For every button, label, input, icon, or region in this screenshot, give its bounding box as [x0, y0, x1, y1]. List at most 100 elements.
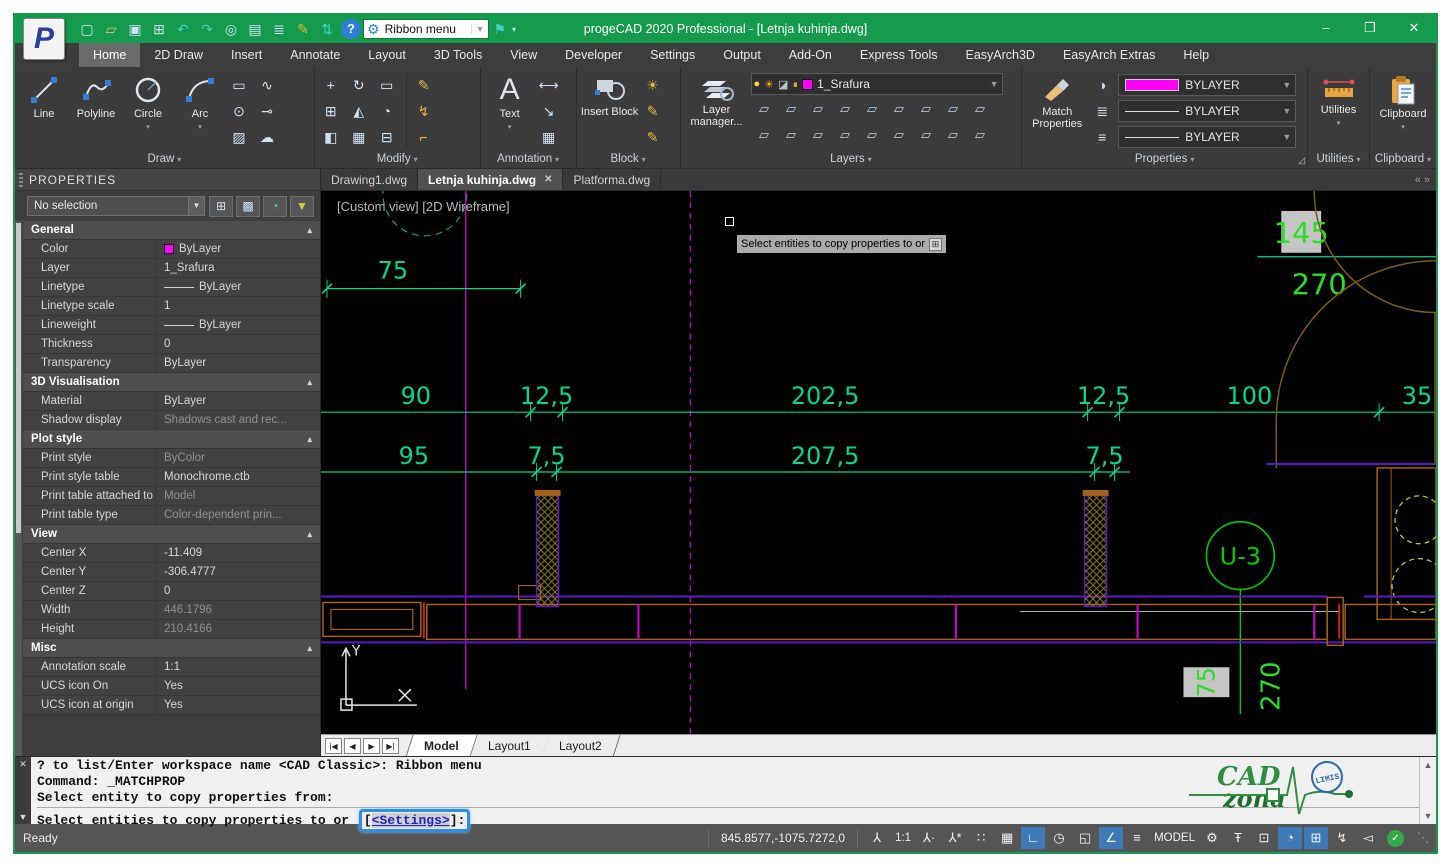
- annotation-tool-icon[interactable]: ↘: [537, 99, 561, 123]
- collapse-icon[interactable]: ▴: [307, 373, 312, 391]
- layer-tool-icon[interactable]: ▱: [886, 97, 913, 123]
- document-tab[interactable]: Platforma.dwg ✕: [563, 169, 661, 190]
- layout-tab[interactable]: Model: [405, 735, 477, 757]
- property-row[interactable]: Print table attached to Model: [23, 487, 320, 506]
- polyline-button[interactable]: Polyline: [71, 69, 121, 151]
- property-row[interactable]: Linetype ByLayer: [23, 278, 320, 297]
- menu-tab[interactable]: EasyArch Extras: [1049, 43, 1169, 67]
- modify-tool-icon[interactable]: ◧: [319, 125, 343, 149]
- print-preview-icon[interactable]: ◎: [221, 19, 241, 39]
- layout-nav-button[interactable]: ▶|: [382, 738, 399, 754]
- workspace-combo[interactable]: ⚙ Ribbon menu ▼: [363, 19, 489, 39]
- menu-tab[interactable]: 2D Draw: [140, 43, 217, 67]
- block-tool-icon[interactable]: ✎: [641, 99, 665, 123]
- layer-tool-icon[interactable]: ▱: [805, 123, 832, 149]
- text-button[interactable]: A Text ▾: [485, 69, 535, 151]
- modify-tool-icon[interactable]: ◔: [375, 99, 399, 123]
- app-logo[interactable]: P: [23, 18, 65, 60]
- draw-tool-icon[interactable]: ∿: [255, 73, 279, 97]
- scrollbar[interactable]: [15, 221, 22, 756]
- save-all-icon[interactable]: ⊞: [149, 19, 169, 39]
- workspace-flag-icon[interactable]: ⚑: [493, 21, 506, 38]
- layer-tool-icon[interactable]: ▱: [778, 123, 805, 149]
- property-row[interactable]: Linetype scale 1: [23, 297, 320, 316]
- modify-tool-icon[interactable]: ▦: [347, 125, 371, 149]
- layer-manager-button[interactable]: Layer manager...: [685, 69, 749, 151]
- group-label-clipboard[interactable]: Clipboard▾: [1374, 151, 1432, 168]
- menu-tab[interactable]: Home: [79, 43, 140, 67]
- arc-button[interactable]: Arc ▾: [175, 69, 225, 151]
- circle-button[interactable]: Circle ▾: [123, 69, 173, 151]
- collapse-icon[interactable]: ▴: [307, 525, 312, 543]
- clean-screen-check-icon[interactable]: ✓: [1387, 830, 1404, 847]
- modify-tool-icon[interactable]: ◭: [347, 99, 371, 123]
- modify-edit-icon[interactable]: ⌐: [412, 125, 436, 149]
- collapse-icon[interactable]: ▴: [307, 639, 312, 657]
- close-icon[interactable]: ✕: [19, 759, 27, 770]
- layer-tool-icon[interactable]: ▱: [913, 123, 940, 149]
- property-row[interactable]: Center Z 0: [23, 582, 320, 601]
- drawing-canvas[interactable]: 75 90 12,5 202,5 12,5 100 35 95 7,5 207,…: [321, 191, 1436, 734]
- layer-tool-icon[interactable]: ▱: [886, 123, 913, 149]
- chevron-down-icon[interactable]: ▼: [19, 812, 28, 822]
- selection-tree-icon[interactable]: ⊞: [209, 196, 233, 217]
- section-header[interactable]: Plot style ▴: [23, 430, 320, 449]
- minimize-button[interactable]: –: [1304, 15, 1348, 43]
- dialog-launcher-icon[interactable]: ◿: [1298, 155, 1305, 166]
- layer-tool-icon[interactable]: ▱: [751, 97, 778, 123]
- annotation-tool-icon[interactable]: ⟷: [537, 73, 561, 97]
- property-row[interactable]: Thickness 0: [23, 335, 320, 354]
- property-row[interactable]: Width 446.1796: [23, 601, 320, 620]
- modify-edit-icon[interactable]: ✎: [412, 73, 436, 97]
- collapse-icon[interactable]: ▴: [307, 430, 312, 448]
- menu-tab[interactable]: Developer: [551, 43, 636, 67]
- chevron-down-icon[interactable]: ▼: [188, 197, 204, 215]
- modify-edit-icon[interactable]: ↯: [412, 99, 436, 123]
- layer-tool-icon[interactable]: ▱: [805, 97, 832, 123]
- layer-color-swatch[interactable]: [802, 79, 813, 90]
- match-brush-icon[interactable]: ✎: [293, 19, 313, 39]
- menu-tab[interactable]: EasyArch3D: [951, 43, 1048, 67]
- block-tool-icon[interactable]: ☀: [641, 73, 665, 97]
- section-header[interactable]: Misc ▴: [23, 639, 320, 658]
- group-label-modify[interactable]: Modify▾: [319, 151, 476, 168]
- tooltip-settings-icon[interactable]: ⊞: [929, 238, 942, 251]
- layer-tool-icon[interactable]: ▱: [859, 123, 886, 149]
- open-file-icon[interactable]: ▱: [101, 19, 121, 39]
- property-row[interactable]: Layer 1_Srafura: [23, 259, 320, 278]
- lineweight-combo[interactable]: BYLAYER ▼: [1118, 126, 1296, 148]
- scroll-down-icon[interactable]: ▼: [1424, 811, 1433, 821]
- layer-viewport-icon[interactable]: ◪: [778, 78, 788, 91]
- modify-tool-icon[interactable]: +: [319, 73, 343, 97]
- property-row[interactable]: UCS icon at origin Yes: [23, 696, 320, 715]
- scroll-up-icon[interactable]: ▲: [1424, 760, 1433, 770]
- property-row[interactable]: Center Y -306.4777: [23, 563, 320, 582]
- property-row[interactable]: Color ByLayer: [23, 240, 320, 259]
- layer-tool-icon[interactable]: ▱: [913, 97, 940, 123]
- group-label-layers[interactable]: Layers▾: [685, 151, 1018, 168]
- sync-icon[interactable]: ⇅: [317, 19, 337, 39]
- selection-combo[interactable]: No selection ▼: [27, 196, 205, 216]
- insert-block-button[interactable]: Insert Block: [581, 69, 639, 151]
- section-header[interactable]: 3D Visualisation ▴: [23, 373, 320, 392]
- draw-tool-icon[interactable]: ▨: [227, 125, 251, 149]
- help-icon[interactable]: ?: [341, 19, 361, 39]
- tab-scroll-icons[interactable]: « »: [1409, 169, 1436, 190]
- chevron-down-icon[interactable]: ▼: [471, 24, 489, 34]
- block-tool-icon[interactable]: ✎: [641, 125, 665, 149]
- menu-tab[interactable]: Express Tools: [846, 43, 952, 67]
- property-tool-icon[interactable]: ≡: [1090, 125, 1114, 149]
- chevron-down-icon[interactable]: ▼: [987, 79, 1002, 89]
- group-label-block[interactable]: Block▾: [581, 151, 676, 168]
- layer-tool-icon[interactable]: ▱: [751, 123, 778, 149]
- menu-tab[interactable]: Settings: [636, 43, 709, 67]
- layer-tool-icon[interactable]: ▱: [832, 123, 859, 149]
- quick-select-icon[interactable]: ◔: [263, 196, 287, 217]
- menu-tab[interactable]: Insert: [217, 43, 276, 67]
- menu-tab[interactable]: Help: [1169, 43, 1223, 67]
- layer-select-combo[interactable]: ● ☀ ◪ ∎ 1_Srafura ▼: [751, 73, 1003, 95]
- layer-tool-icon[interactable]: ▱: [967, 123, 994, 149]
- layout-nav-button[interactable]: |◀: [325, 738, 342, 754]
- save-icon[interactable]: ▣: [125, 19, 145, 39]
- layout-nav-button[interactable]: ◀: [344, 738, 361, 754]
